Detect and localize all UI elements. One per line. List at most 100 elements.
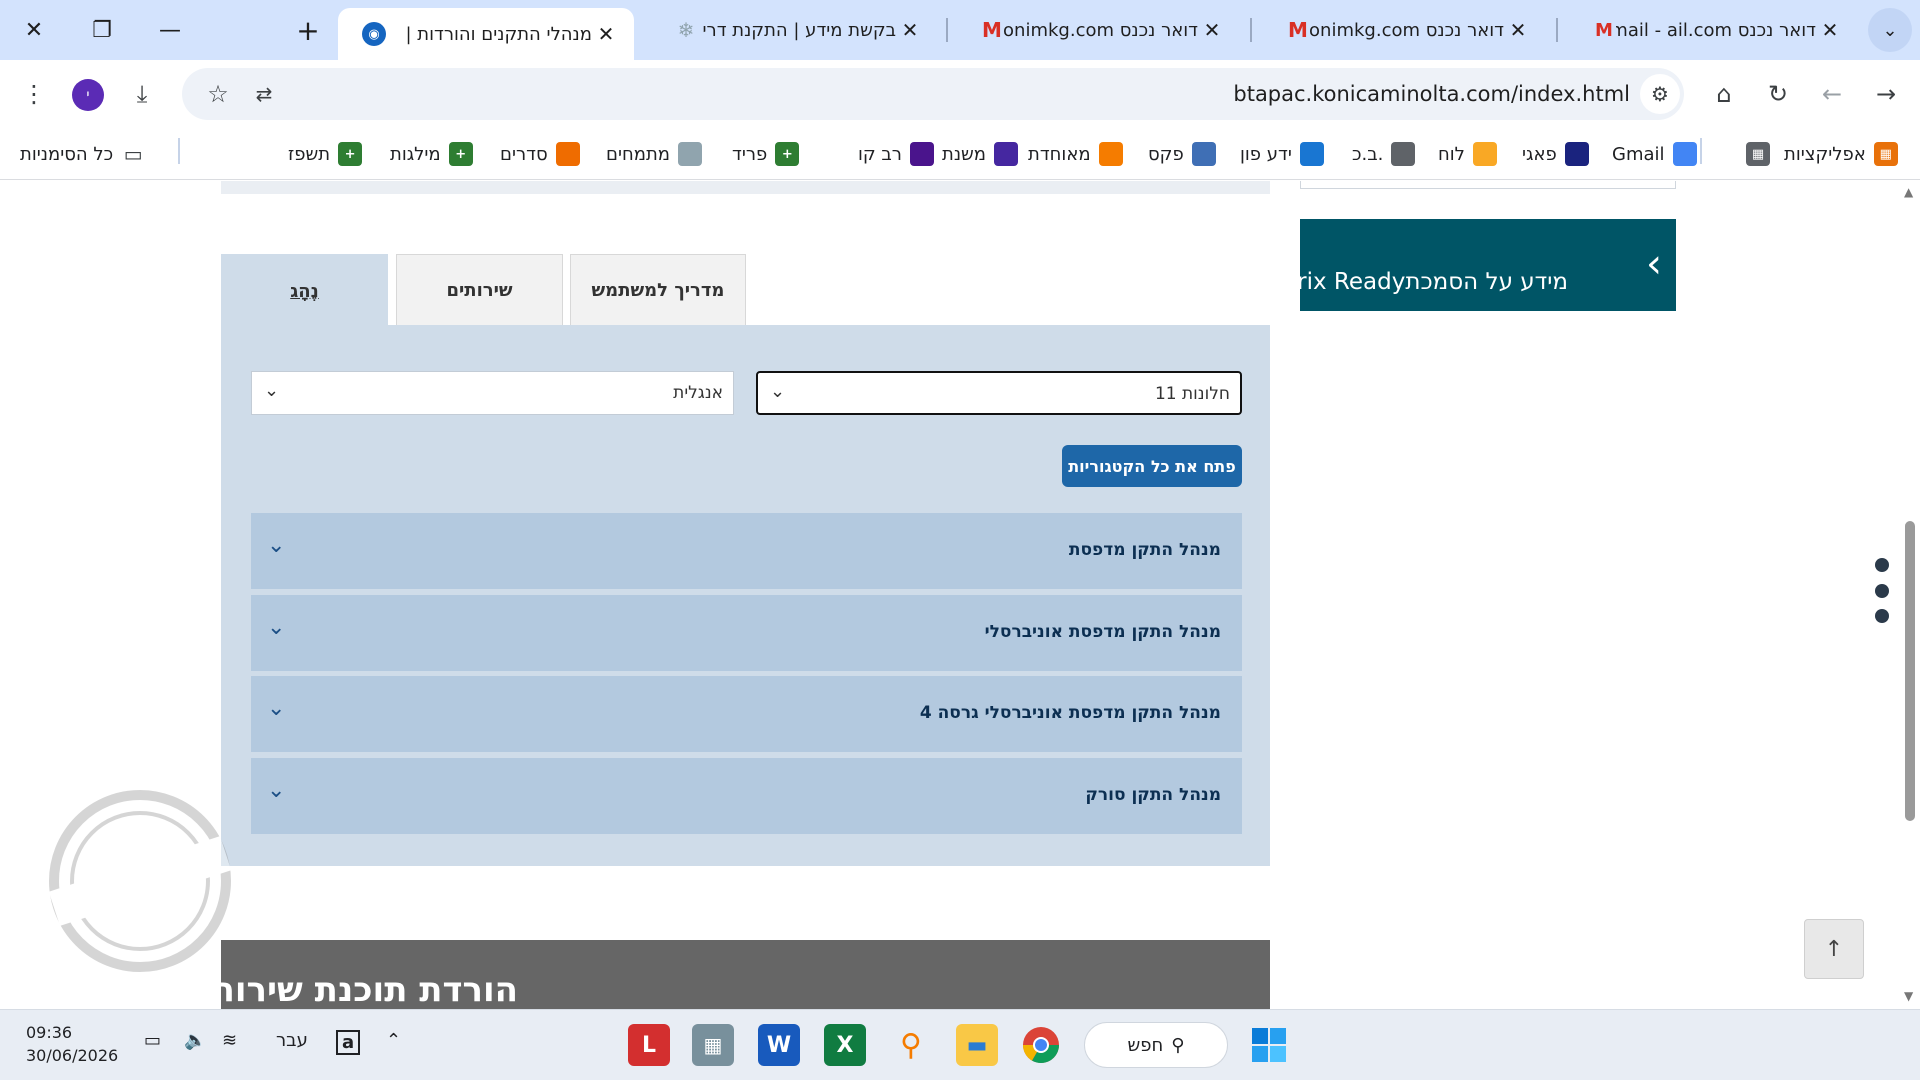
bookmark-item[interactable]: ▦ [1738, 138, 1770, 170]
amazon-assistant-icon[interactable]: a [336, 1030, 361, 1055]
reload-icon: ↻ [1767, 80, 1789, 108]
gmail-100-icon: M [1595, 19, 1613, 41]
bookmark-item[interactable]: מתמחים [606, 138, 703, 170]
snowflake-icon [678, 142, 703, 166]
tab-close-button[interactable]: ✕ [1504, 18, 1532, 42]
accordion-scanner-driver[interactable]: מנהל התקן סורק ⌄ [251, 758, 1242, 834]
new-tab-button[interactable]: + [282, 8, 334, 52]
apps-grid-icon: ▦ [1873, 142, 1898, 166]
volume-icon[interactable]: 🔈 [184, 1030, 206, 1051]
bookmark-item[interactable]: משנת [942, 138, 1019, 170]
gmail-icon: M [1288, 18, 1308, 42]
tab-close-button[interactable]: ✕ [1816, 18, 1844, 42]
scroll-to-top-button[interactable]: ↑ [1804, 919, 1864, 979]
bookmark-item[interactable]: ▦ אפליקציות [1784, 138, 1898, 170]
plus-green-icon: + [775, 142, 800, 166]
tab-close-button[interactable]: ✕ [592, 22, 620, 46]
language-select[interactable]: אנגלית ⌄ [251, 371, 734, 415]
tab-gmail-3[interactable]: M דואר נכנס Gmail - ail.com ✕ [1568, 8, 1858, 52]
profile-avatar[interactable]: י [72, 79, 104, 111]
chevron-down-icon: ⌄ [1882, 19, 1898, 41]
chevron-up-icon[interactable]: ⌃ [386, 1030, 401, 1051]
scrollbar-thumb[interactable] [1905, 521, 1915, 821]
citrix-ready-banner[interactable]: › מידע על הסמכתCitrix Ready [1266, 219, 1676, 311]
tab-separator [1250, 18, 1252, 42]
bookmark-item[interactable]: רב קו [858, 138, 934, 170]
bookmark-item[interactable]: סדרים [500, 138, 580, 170]
menu-button[interactable]: ⋮ [14, 74, 54, 114]
taskbar-l-app-icon[interactable]: L [628, 1024, 670, 1066]
expand-all-button[interactable]: פתח את כל הקטגוריות [1062, 445, 1242, 487]
bookmark-item[interactable]: Gmail [1612, 138, 1697, 170]
section-nav-dot[interactable] [1875, 584, 1889, 598]
forward-button[interactable]: → [1866, 74, 1906, 114]
tab-gmail-1[interactable]: M דואר נכנס slonimkg.com ✕ [956, 8, 1240, 52]
site-info-button[interactable]: ⚙ [1640, 74, 1680, 114]
bookmark-item[interactable]: לוח [1438, 138, 1497, 170]
os-select[interactable]: חלונות 11 ⌄ [756, 371, 1242, 415]
top-section-band [221, 181, 1270, 194]
url-text[interactable]: btapac.konicaminolta.com/index.html [1233, 82, 1630, 106]
section-nav-dot[interactable] [1875, 609, 1889, 623]
address-bar[interactable]: ☆ ⇄ btapac.konicaminolta.com/index.html … [182, 68, 1684, 120]
bookmark-item[interactable]: פקס [1148, 138, 1216, 170]
tune-icon: ⚙ [1651, 82, 1669, 106]
tab-close-button[interactable]: ✕ [896, 18, 924, 42]
tab-user-guide[interactable]: מדריך למשתמש [570, 254, 746, 326]
all-bookmarks-button[interactable]: ▭ כל הסימניות [20, 138, 145, 170]
file-explorer-icon[interactable]: ▬ [956, 1024, 998, 1066]
web-page: › מידע על הסמכתCitrix Ready נֶהָג שירותי… [0, 181, 1920, 1009]
window-minimize-button[interactable]: — [144, 8, 196, 52]
tab-search-button[interactable]: ⌄ [1868, 8, 1912, 52]
downloads-button[interactable]: ⤓ [122, 74, 162, 114]
document-icon [1391, 142, 1416, 166]
bookmark-item[interactable]: מאוחדת [1028, 138, 1123, 170]
arrow-up-icon: ↑ [1824, 936, 1844, 962]
konica-globe-icon: ◉ [362, 22, 386, 46]
tab-close-button[interactable]: ✕ [1198, 18, 1226, 42]
reload-button[interactable]: ↻ [1758, 74, 1798, 114]
page-scrollbar[interactable]: ▲ ▼ [1900, 181, 1920, 1009]
home-button[interactable]: ⌂ [1704, 74, 1744, 114]
tab-info-request[interactable]: ❄ בקשת מידע | התקנת דרי ✕ [650, 8, 938, 52]
bookmark-item[interactable]: + פריד [732, 138, 800, 170]
search-app-icon[interactable]: ⚲ [890, 1024, 932, 1066]
sdarim-icon [555, 142, 580, 166]
scroll-down-icon[interactable]: ▼ [1904, 989, 1913, 1003]
tab-services[interactable]: שירותים [396, 254, 563, 326]
accordion-universal-printer-driver[interactable]: מנהל התקן מדפסת אוניברסלי ⌄ [251, 595, 1242, 671]
bookmark-item[interactable]: ידע פון [1240, 138, 1324, 170]
tab-gmail-2[interactable]: M דואר נכנס slonimkg.com ✕ [1262, 8, 1546, 52]
yeda-phone-icon [1299, 142, 1324, 166]
download-service-software-section[interactable]: הורדת תוכנת שירות [212, 940, 1270, 1009]
bookmark-item[interactable]: + מילגות [390, 138, 473, 170]
calculator-icon[interactable]: ▦ [692, 1024, 734, 1066]
clock[interactable]: 09:36 30/06/2026 [26, 1021, 118, 1067]
minimize-icon: — [159, 17, 181, 43]
translate-button[interactable]: ⇄ [244, 74, 284, 114]
word-icon[interactable]: W [758, 1024, 800, 1066]
bookmark-item[interactable]: פאגי [1522, 138, 1589, 170]
window-restore-button[interactable]: ❐ [76, 8, 128, 52]
accordion-universal-printer-driver-v4[interactable]: מנהל התקן מדפסת אוניברסלי גרסה 4 ⌄ [251, 676, 1242, 752]
excel-icon[interactable]: X [824, 1024, 866, 1066]
snowflake-icon: ❄ [677, 18, 695, 42]
language-indicator[interactable]: עבר [276, 1030, 308, 1051]
battery-icon[interactable]: ▭ [144, 1030, 161, 1051]
wifi-icon[interactable]: ≋ [222, 1030, 237, 1051]
tab-driver[interactable]: נֶהָג [221, 254, 388, 327]
bookmark-star-button[interactable]: ☆ [198, 74, 238, 114]
scroll-up-icon[interactable]: ▲ [1904, 185, 1913, 199]
window-close-button[interactable]: ✕ [8, 8, 60, 52]
bookmark-item[interactable]: + תשפז [288, 138, 363, 170]
taskbar-search[interactable]: ⚲ חפש [1084, 1022, 1228, 1068]
bookmark-item[interactable]: ב.כ. [1352, 138, 1416, 170]
chrome-icon[interactable] [1020, 1024, 1062, 1066]
back-button[interactable]: ← [1812, 74, 1852, 114]
section-nav-dot[interactable] [1875, 558, 1889, 572]
chevron-down-icon: ⌄ [267, 533, 286, 558]
tab-drivers-downloads[interactable]: ◉ מנהלי התקנים והורדות | ✕ [338, 8, 634, 60]
home-icon: ⌂ [1716, 80, 1732, 108]
start-windows-icon[interactable] [1248, 1024, 1290, 1066]
accordion-printer-driver[interactable]: מנהל התקן מדפסת ⌄ [251, 513, 1242, 589]
